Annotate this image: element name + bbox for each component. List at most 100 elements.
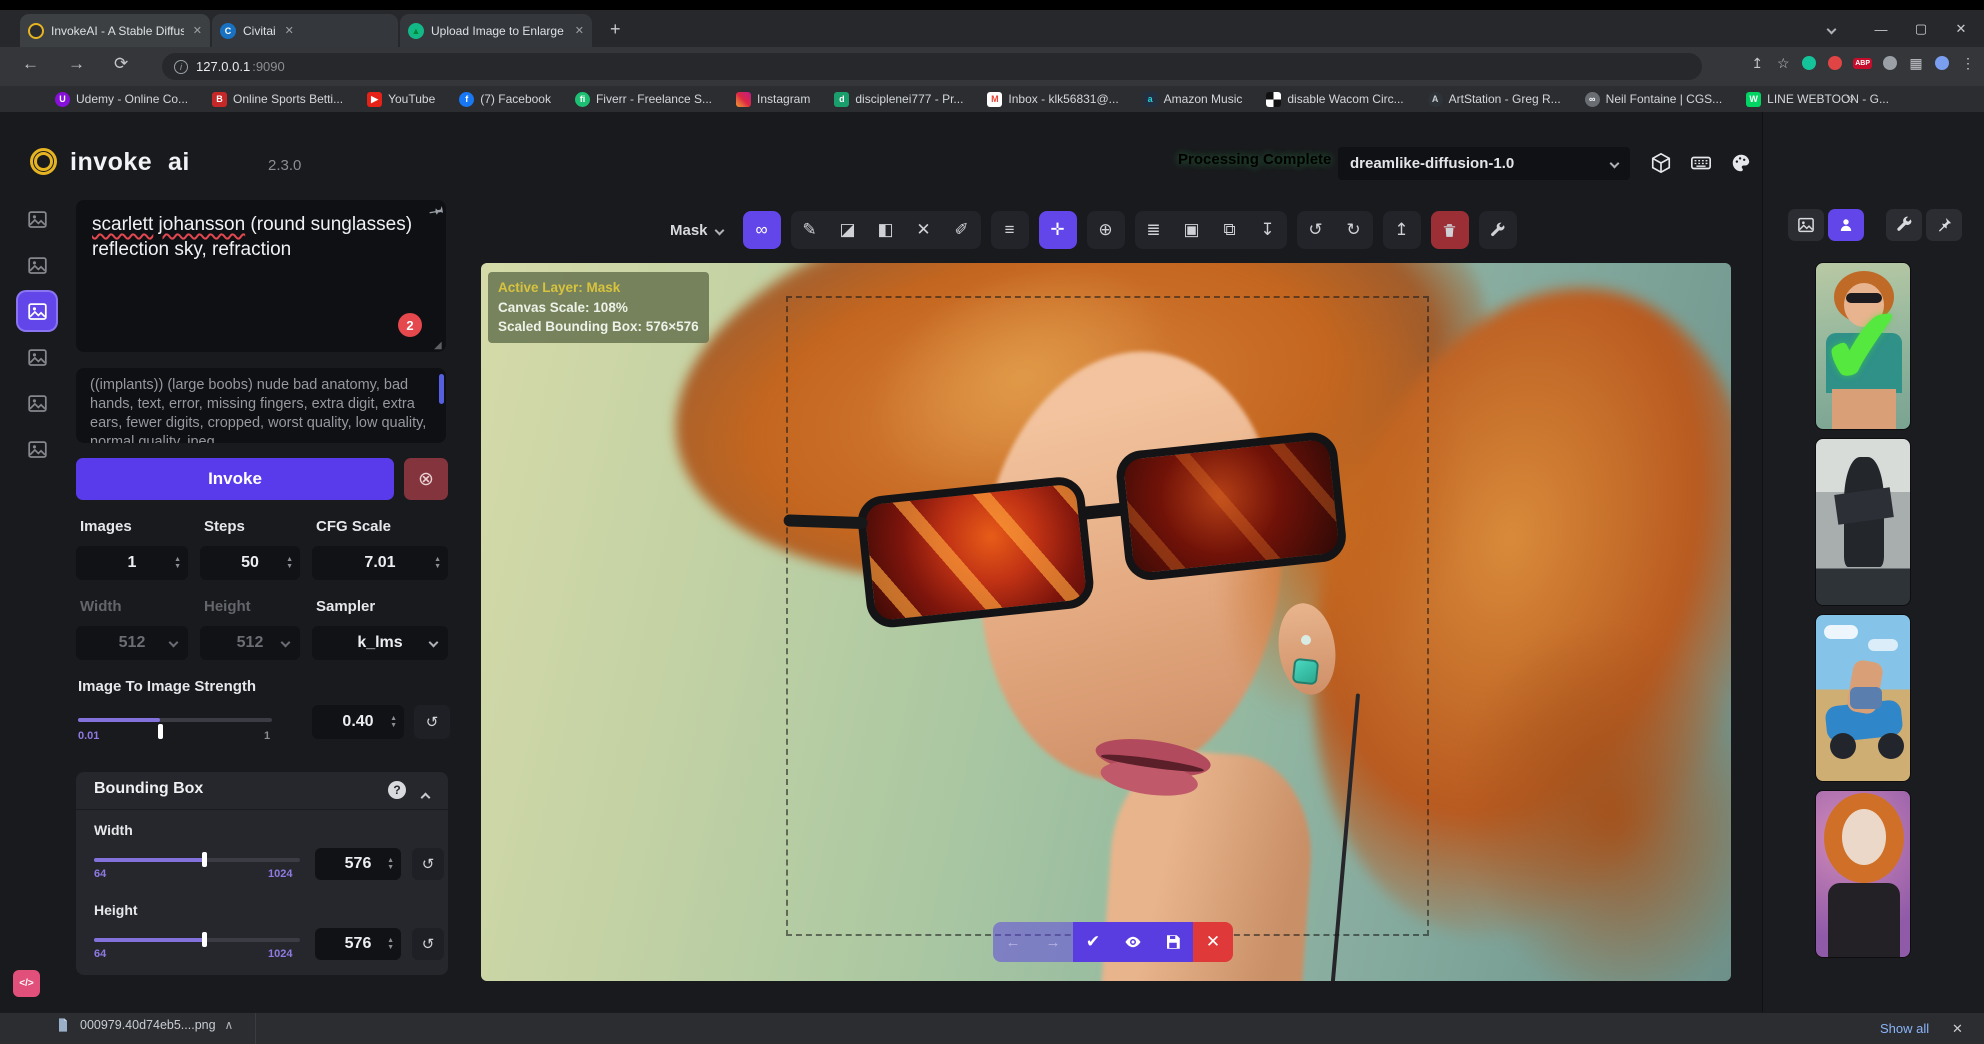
scrollbar-thumb[interactable] (439, 374, 444, 404)
address-bar[interactable]: i 127.0.0.1:9090 (162, 53, 1702, 80)
collapse-chevron-icon[interactable] (422, 788, 429, 806)
hotkeys-icon[interactable] (1688, 150, 1713, 175)
gallery-pin-button[interactable] (1926, 209, 1962, 241)
bbox-reset-button[interactable]: ↺ (412, 928, 444, 960)
console-toggle-button[interactable]: </> (13, 970, 40, 997)
bbox-width-input[interactable]: 576▲▼ (315, 848, 401, 880)
undo-button[interactable]: ↺ (1297, 211, 1335, 249)
tab-image-to-image[interactable] (18, 246, 56, 284)
stepper[interactable]: ▲▼ (434, 546, 441, 580)
bookmark-item[interactable]: WLINE WEBTOON - G... (1746, 92, 1889, 107)
reset-view-button[interactable]: ⊕ (1087, 211, 1125, 249)
bookmark-item[interactable]: MInbox - klk56831@... (987, 92, 1118, 107)
close-button[interactable]: ✕ (1948, 18, 1974, 40)
show-all-downloads-link[interactable]: Show all (1880, 1021, 1929, 1036)
erase-bounding-box-button[interactable]: ✕ (905, 211, 943, 249)
strength-value-input[interactable]: 0.40 ▲▼ (312, 705, 404, 739)
prompt-textarea[interactable]: scarlett johansson (round sunglasses)ref… (76, 200, 446, 352)
cancel-button[interactable]: ⊗ (404, 458, 448, 500)
bookmark-item[interactable]: f(7) Facebook (459, 92, 551, 107)
cfg-scale-input[interactable]: 7.01▲▼ (312, 546, 448, 580)
split-screen-icon[interactable]: ▦ (1908, 54, 1924, 72)
layer-select[interactable]: Mask (660, 211, 733, 249)
minimize-button[interactable]: — (1868, 18, 1894, 40)
upload-button[interactable]: ↥ (1383, 211, 1421, 249)
reload-button[interactable]: ⟳ (114, 54, 128, 74)
extension-red-icon[interactable] (1827, 54, 1843, 72)
browser-tab[interactable]: CCivitai✕ (212, 14, 398, 47)
new-tab-button[interactable]: + (610, 19, 621, 40)
brush-options-button[interactable]: ≡ (991, 211, 1029, 249)
width-select[interactable]: 512 (76, 626, 188, 660)
strength-slider-thumb[interactable] (158, 724, 163, 739)
steps-input[interactable]: 50▲▼ (200, 546, 300, 580)
staging-toggle-visibility-button[interactable] (1113, 922, 1153, 962)
fill-tool-button[interactable]: ◧ (867, 211, 905, 249)
thumb-woman-motorcycle[interactable] (1815, 614, 1911, 782)
brush-tool-button[interactable]: ✎ (791, 211, 829, 249)
thumb-dark-fantasy-character[interactable] (1815, 438, 1911, 606)
bookmark-item[interactable]: ddisciplenei777 - Pr... (834, 92, 963, 107)
save-to-gallery-button[interactable]: ▣ (1173, 211, 1211, 249)
bookmark-item[interactable]: Instagram (736, 92, 810, 107)
download-image-button[interactable]: ↧ (1249, 211, 1287, 249)
stepper[interactable]: ▲▼ (390, 705, 397, 739)
mask-options-button[interactable]: ∞ (743, 211, 781, 249)
bookmark-item[interactable]: ▶YouTube (367, 92, 435, 107)
negative-prompt-textarea[interactable]: ((implants)) (large boobs) nude bad anat… (76, 368, 446, 443)
bbox-slider-thumb[interactable] (202, 852, 207, 867)
gallery-portraits-button[interactable] (1828, 209, 1864, 241)
tab-text-to-image[interactable] (18, 200, 56, 238)
thumb-redhead-portrait[interactable] (1815, 790, 1911, 958)
bookmarks-overflow-chevron[interactable]: » (1846, 90, 1854, 106)
downloads-close-icon[interactable]: ✕ (1952, 1021, 1963, 1037)
tab-close-icon[interactable]: ✕ (285, 24, 294, 37)
bbox-slider-thumb[interactable] (202, 932, 207, 947)
help-icon[interactable]: ? (388, 781, 406, 799)
bbox-reset-button[interactable]: ↺ (412, 848, 444, 880)
color-picker-button[interactable]: ✐ (943, 211, 981, 249)
resize-handle[interactable]: ◢ (434, 340, 442, 351)
bookmark-item[interactable]: ∞Neil Fontaine | CGS... (1585, 92, 1723, 107)
copy-to-clipboard-button[interactable]: ⧉ (1211, 211, 1249, 249)
images-input[interactable]: 1▲▼ (76, 546, 188, 580)
staging-prev-button[interactable]: ← (993, 922, 1033, 962)
staging-discard-button[interactable]: ✕ (1193, 922, 1233, 962)
clear-canvas-button[interactable] (1431, 211, 1469, 249)
canvas-settings-button[interactable] (1479, 211, 1517, 249)
bookmark-item[interactable]: disable Wacom Circ... (1266, 92, 1403, 107)
profile-avatar[interactable] (1934, 54, 1950, 72)
bbox-height-input[interactable]: 576▲▼ (315, 928, 401, 960)
theme-icon[interactable] (1728, 150, 1753, 175)
tab-unified-canvas[interactable] (18, 292, 56, 330)
back-button[interactable]: ← (22, 54, 39, 74)
staging-save-button[interactable] (1153, 922, 1193, 962)
browser-tab[interactable]: ▲Upload Image to Enlarge & Enha✕ (400, 14, 592, 47)
thumb-portrait-sunglasses[interactable]: ✔ (1815, 262, 1911, 430)
canvas-bounding-box[interactable] (786, 296, 1429, 936)
redo-button[interactable]: ↻ (1335, 211, 1373, 249)
bookmark-item[interactable]: BOnline Sports Betti... (212, 92, 343, 107)
tab-nodes[interactable] (18, 338, 56, 376)
tab-close-icon[interactable]: ✕ (193, 24, 202, 37)
bookmark-item[interactable]: AArtStation - Greg R... (1428, 92, 1561, 107)
strength-reset-button[interactable]: ↺ (414, 705, 450, 739)
bookmark-item[interactable]: UUdemy - Online Co... (55, 92, 188, 107)
staging-next-button[interactable]: → (1033, 922, 1073, 962)
maximize-button[interactable]: ▢ (1908, 18, 1934, 40)
staging-accept-button[interactable]: ✔ (1073, 922, 1113, 962)
extension-grammarly-icon[interactable] (1801, 54, 1817, 72)
tab-search-chevron[interactable] (1818, 18, 1844, 40)
menu-kebab-icon[interactable]: ⋮ (1960, 54, 1976, 72)
extension-puzzle-icon[interactable] (1882, 54, 1898, 72)
canvas-image[interactable]: Active Layer: Mask Canvas Scale: 108% Sc… (481, 263, 1731, 981)
stepper[interactable]: ▲▼ (174, 546, 181, 580)
gallery-settings-button[interactable] (1886, 209, 1922, 241)
eraser-tool-button[interactable]: ◪ (829, 211, 867, 249)
tab-training[interactable] (18, 430, 56, 468)
bookmark-star-icon[interactable]: ☆ (1775, 54, 1791, 72)
extension-abp-icon[interactable]: ABP (1853, 54, 1872, 72)
tab-post-processing[interactable] (18, 384, 56, 422)
model-select[interactable]: dreamlike-diffusion-1.0 (1338, 147, 1630, 180)
bookmark-item[interactable]: aAmazon Music (1143, 92, 1243, 107)
